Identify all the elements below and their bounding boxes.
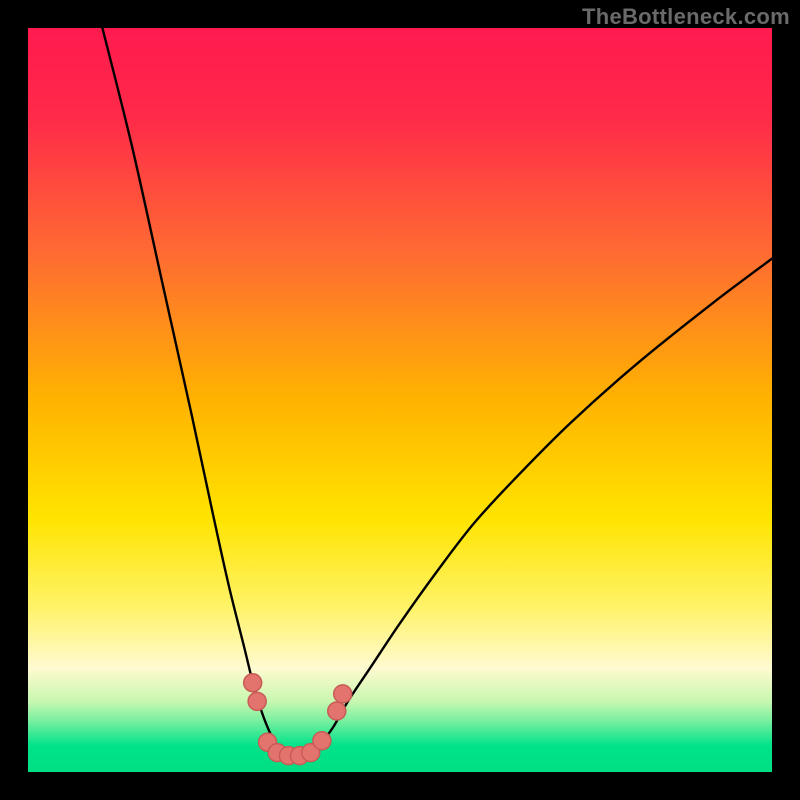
data-marker-9 [334, 685, 352, 703]
watermark-text: TheBottleneck.com [582, 4, 790, 30]
data-marker-7 [313, 732, 331, 750]
data-marker-8 [328, 702, 346, 720]
data-marker-1 [248, 692, 266, 710]
data-marker-0 [244, 674, 262, 692]
chart-frame: TheBottleneck.com [0, 0, 800, 800]
chart-svg [28, 28, 772, 772]
background-gradient [28, 28, 772, 772]
plot-area [28, 28, 772, 772]
